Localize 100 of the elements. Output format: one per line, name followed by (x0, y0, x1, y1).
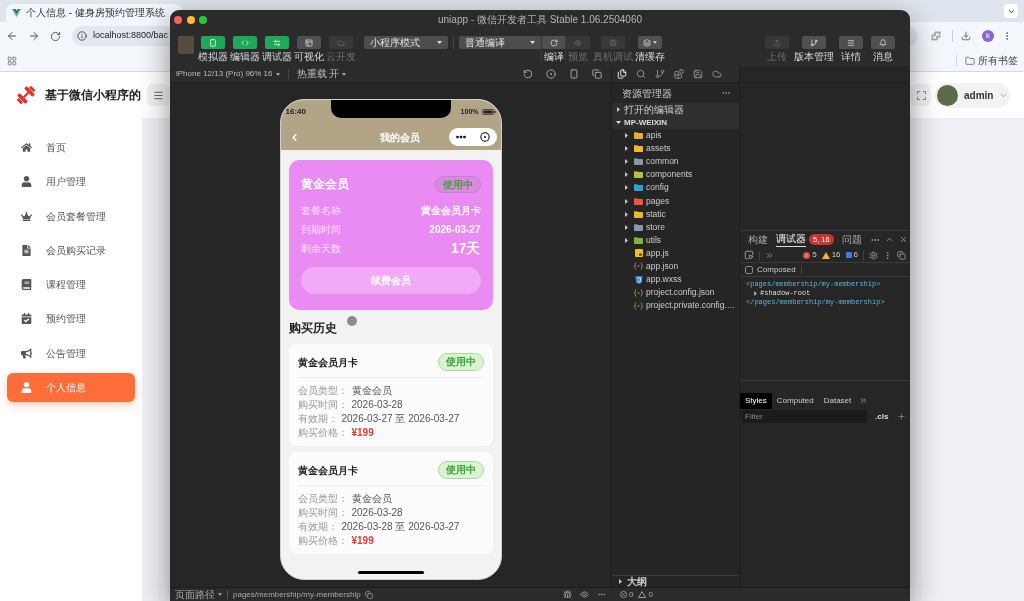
caret-right-icon[interactable] (624, 172, 628, 178)
download-icon[interactable] (961, 31, 971, 41)
messages-button[interactable]: 消息 (868, 36, 898, 63)
tree-section-header[interactable]: 打开的编辑器 (612, 103, 739, 116)
clear-cache-button[interactable]: 清缓存 (635, 36, 665, 63)
panel-tab[interactable]: 构建 (748, 232, 768, 247)
tree-item[interactable]: app.json (612, 259, 739, 274)
window-close-button[interactable] (174, 16, 182, 24)
cls-button[interactable]: .cls (875, 410, 889, 423)
version-button[interactable]: 版本管理 (794, 36, 834, 63)
styles-tab[interactable]: Styles (740, 392, 772, 409)
tree-item[interactable]: apis (612, 129, 739, 143)
debugger-button[interactable]: 调试器 (262, 36, 292, 63)
caret-right-icon[interactable] (618, 579, 622, 584)
menu-item[interactable]: 预约管理 (7, 304, 135, 334)
tree-item[interactable]: app.js (612, 246, 739, 260)
panel-tab[interactable]: 问题 (841, 232, 862, 247)
hot-reload-dropdown[interactable]: 热重载 开 (296, 68, 347, 80)
dock-icon[interactable] (897, 250, 906, 260)
caret-down-icon[interactable] (615, 121, 621, 124)
search-icon[interactable] (636, 69, 646, 79)
visual-button[interactable]: 可视化 (294, 36, 324, 63)
cloud-icon[interactable] (712, 69, 722, 79)
forward-icon[interactable] (28, 30, 40, 42)
page-path-dropdown[interactable]: 页面路径 (175, 588, 222, 601)
tree-section-header[interactable]: MP-WEIXIN (612, 116, 739, 129)
tab-search-button[interactable] (1004, 4, 1018, 18)
editor-button[interactable]: 编辑器 (230, 36, 260, 63)
window-maximize-button[interactable] (199, 16, 207, 24)
styles-tab[interactable]: Dataset (818, 392, 857, 409)
caret-right-icon[interactable] (624, 211, 628, 217)
caret-right-icon[interactable] (624, 185, 628, 191)
caret-right-icon[interactable] (624, 146, 628, 152)
sidebar-toggle-button[interactable] (147, 84, 169, 106)
reload-icon[interactable] (50, 30, 61, 42)
menu-item[interactable]: 会员套餐管理 (7, 201, 135, 231)
caret-right-icon[interactable] (616, 107, 620, 112)
compile-mode-dropdown[interactable]: 普通编译 (459, 36, 541, 49)
composed-checkbox[interactable] (745, 265, 753, 274)
info-icon[interactable] (77, 31, 87, 41)
close-target-icon[interactable] (480, 132, 490, 142)
rotate-icon[interactable] (523, 69, 533, 79)
blocks-icon[interactable] (674, 69, 684, 79)
record-icon[interactable] (546, 69, 556, 79)
bookmark-folder[interactable]: 所有书签 (965, 54, 1018, 67)
compile-button[interactable]: 编译 (541, 36, 565, 63)
menu-item[interactable]: 会员购买记录 (7, 235, 135, 265)
menu-item[interactable]: 用户管理 (7, 167, 135, 197)
browser-tab[interactable]: 个人信息 - 健身房预约管理系统 (6, 4, 182, 22)
window-minimize-button[interactable] (186, 16, 195, 24)
windows-icon[interactable] (592, 69, 602, 79)
caret-right-icon[interactable] (624, 237, 628, 243)
tree-item[interactable]: store (612, 220, 739, 234)
back-icon[interactable] (6, 30, 18, 42)
menu-item[interactable]: 首页 (7, 133, 135, 162)
tree-item[interactable]: project.private.config.… (612, 299, 739, 313)
styles-tab[interactable]: Computed (771, 392, 819, 409)
copy-icon[interactable] (364, 590, 373, 599)
mode-dropdown[interactable]: 小程序模式 (364, 36, 448, 49)
caret-right-icon[interactable] (624, 224, 628, 230)
tree-item[interactable]: static (612, 207, 739, 221)
settings-icon[interactable] (869, 250, 878, 260)
tree-item[interactable]: config (612, 181, 739, 195)
tree-item[interactable]: common (612, 155, 739, 169)
kebab-icon[interactable] (883, 250, 892, 260)
branch-icon[interactable] (655, 69, 665, 79)
phone-icon[interactable] (569, 69, 579, 79)
close-icon[interactable] (898, 235, 908, 244)
caret-right-icon[interactable] (624, 133, 628, 139)
tree-item[interactable]: app.wxss (612, 273, 739, 287)
capsule-menu[interactable] (448, 128, 497, 146)
list-icon (839, 36, 863, 49)
files-icon[interactable] (617, 69, 627, 79)
menu-item[interactable]: 课程管理 (7, 270, 135, 300)
plus-icon[interactable] (897, 412, 906, 421)
fullscreen-button[interactable] (911, 84, 931, 106)
apps-icon[interactable] (7, 55, 17, 66)
caret-right-icon[interactable] (624, 159, 628, 165)
menu-item[interactable]: 公告管理 (7, 338, 135, 368)
simulator-button[interactable]: 模拟器 (198, 36, 228, 63)
eye-icon[interactable] (580, 590, 589, 599)
details-button[interactable]: 详情 (836, 36, 866, 63)
extensions-icon[interactable] (931, 31, 941, 41)
filter-field[interactable]: Filter (742, 410, 867, 423)
panel-tab[interactable]: 调试器 (776, 232, 806, 247)
caret-right-icon[interactable] (624, 198, 628, 204)
tree-item[interactable]: project.config.json (612, 286, 739, 300)
caret-right-icon[interactable] (753, 291, 757, 296)
tree-item[interactable]: pages (612, 194, 739, 208)
tree-item[interactable]: utils (612, 233, 739, 247)
chevrons-right-icon[interactable] (859, 396, 869, 405)
inspect-icon[interactable] (744, 250, 754, 260)
tree-item[interactable]: components (612, 168, 739, 182)
profile-button[interactable]: k (982, 30, 994, 42)
device-dropdown[interactable]: iPhone 12/13 (Pro) 96% 16 (176, 68, 280, 80)
chevrons-right-icon[interactable] (765, 250, 774, 260)
tree-item[interactable]: assets (612, 142, 739, 156)
bug-icon[interactable] (563, 590, 572, 599)
user-menu[interactable]: admin (935, 82, 1010, 108)
chevron-up-icon[interactable] (884, 235, 894, 244)
